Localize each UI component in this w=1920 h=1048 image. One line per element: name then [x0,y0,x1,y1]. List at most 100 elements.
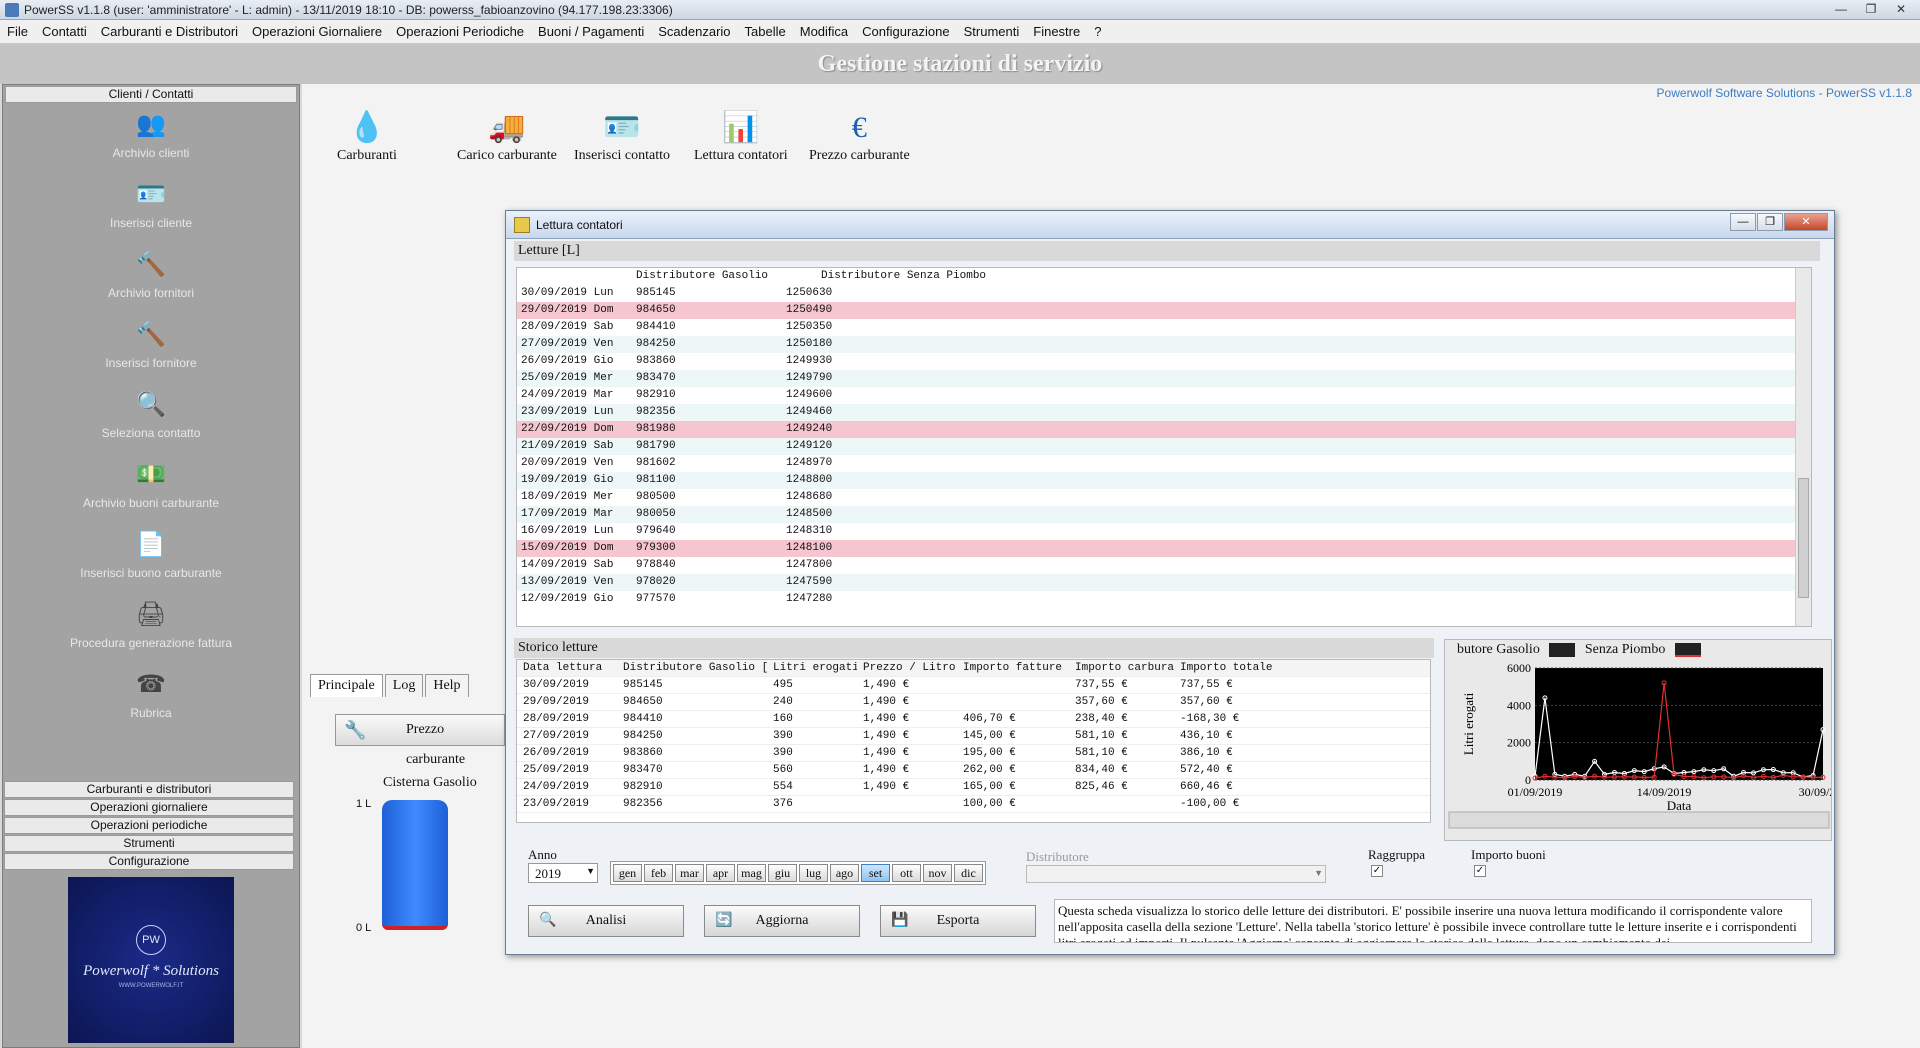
sidebar-item-archivio-fornitori[interactable]: 🔨 Archivio fornitori [3,249,299,313]
letture-row[interactable]: 20/09/2019 Ven 981602 1248970 [517,455,1811,472]
month-button-mag[interactable]: mag [737,864,766,882]
sidebar-item-inserisci-fornitore[interactable]: 🔨 Inserisci fornitore [3,319,299,383]
letture-senza-piombo-cell[interactable]: 1247800 [786,559,832,571]
letture-senza-piombo-cell[interactable]: 1249460 [786,406,832,418]
month-button-nov[interactable]: nov [923,864,952,882]
storico-row[interactable]: 29/09/2019 984650 240 1,490 € 357,60 € 357,60… [517,694,1430,711]
menu-contatti[interactable]: Contatti [35,24,94,39]
letture-gasolio-cell[interactable]: 982910 [636,387,786,404]
toolbar-lettura-contatori[interactable]: 📊 Lettura contatori [694,108,788,164]
dialog-restore-button[interactable]: ❐ [1757,213,1783,231]
letture-senza-piombo-cell[interactable]: 1249930 [786,355,832,367]
letture-gasolio-cell[interactable]: 981100 [636,472,786,489]
month-button-gen[interactable]: gen [613,864,642,882]
letture-senza-piombo-cell[interactable]: 1249600 [786,389,832,401]
letture-senza-piombo-cell[interactable]: 1248800 [786,474,832,486]
esporta-button[interactable]: 💾 Esporta [880,905,1036,937]
letture-row[interactable]: 18/09/2019 Mer 980500 1248680 [517,489,1811,506]
letture-senza-piombo-cell[interactable]: 1248500 [786,508,832,520]
toolbar-carico-carburante[interactable]: 🚚 Carico carburante [457,108,557,164]
letture-gasolio-cell[interactable]: 985145 [636,285,786,302]
letture-senza-piombo-cell[interactable]: 1249790 [786,372,832,384]
letture-row[interactable]: 22/09/2019 Dom 981980 1249240 [517,421,1811,438]
storico-col-header[interactable]: Distributore Gasolio [L] [617,660,767,676]
letture-row[interactable]: 12/09/2019 Gio 977570 1247280 [517,591,1811,608]
tab-principale[interactable]: Principale [310,674,383,697]
sidebar-item-archivio-clienti[interactable]: 👥 Archivio clienti [3,109,299,173]
sidebar-section-operazioni-periodiche[interactable]: Operazioni periodiche [4,817,294,834]
distributore-select[interactable]: ▼ [1026,865,1326,883]
storico-row[interactable]: 25/09/2019 983470 560 1,490 € 262,00 € 834,40… [517,762,1430,779]
letture-senza-piombo-cell[interactable]: 1249120 [786,440,832,452]
anno-select[interactable]: 2019 ▼ [528,863,598,883]
letture-row[interactable]: 23/09/2019 Lun 982356 1249460 [517,404,1811,421]
letture-row[interactable]: 30/09/2019 Lun 985145 1250630 [517,285,1811,302]
sidebar-item-rubrica[interactable]: ☎ Rubrica [3,669,299,733]
letture-row[interactable]: 16/09/2019 Lun 979640 1248310 [517,523,1811,540]
letture-gasolio-cell[interactable]: 981980 [636,421,786,438]
letture-row[interactable]: 25/09/2019 Mer 983470 1249790 [517,370,1811,387]
toolbar-prezzo-carburante[interactable]: € Prezzo carburante [809,108,910,164]
sidebar-section-operazioni-giornaliere[interactable]: Operazioni giornaliere [4,799,294,816]
sidebar-item-inserisci-cliente[interactable]: 🪪 Inserisci cliente [3,179,299,243]
letture-senza-piombo-cell[interactable]: 1248100 [786,542,832,554]
month-button-ott[interactable]: ott [892,864,921,882]
tab-help[interactable]: Help [425,674,469,697]
scrollbar-thumb[interactable] [1798,478,1809,598]
menu-operazioni-periodiche[interactable]: Operazioni Periodiche [389,24,531,39]
month-button-lug[interactable]: lug [799,864,828,882]
storico-row[interactable]: 23/09/2019 982356 376 100,00 € -100,00 € [517,796,1430,813]
sidebar-item-archivio-buoni[interactable]: 💵 Archivio buoni carburante [3,459,299,523]
storico-row[interactable]: 24/09/2019 982910 554 1,490 € 165,00 € 825,46… [517,779,1430,796]
menu-buoni[interactable]: Buoni / Pagamenti [531,24,651,39]
letture-senza-piombo-cell[interactable]: 1250350 [786,321,832,333]
storico-col-header[interactable]: Data lettura [517,660,617,676]
menu-tabelle[interactable]: Tabelle [738,24,793,39]
letture-row[interactable]: 21/09/2019 Sab 981790 1249120 [517,438,1811,455]
letture-row[interactable]: 15/09/2019 Dom 979300 1248100 [517,540,1811,557]
sidebar-section-clienti[interactable]: Clienti / Contatti [5,86,297,103]
storico-col-header[interactable]: Importo totale [1174,660,1274,676]
prezzo-carburante-button[interactable]: 🔧 Prezzo carburante [335,714,505,767]
sidebar-section-configurazione[interactable]: Configurazione [4,853,294,870]
close-button[interactable]: ✕ [1888,1,1914,17]
letture-gasolio-cell[interactable]: 983470 [636,370,786,387]
sidebar-item-generazione-fattura[interactable]: 🖨 Procedura generazione fattura [3,599,299,663]
letture-gasolio-cell[interactable]: 979300 [636,540,786,557]
letture-gasolio-cell[interactable]: 980500 [636,489,786,506]
letture-gasolio-cell[interactable]: 983860 [636,353,786,370]
letture-gasolio-cell[interactable]: 980050 [636,506,786,523]
letture-senza-piombo-cell[interactable]: 1250630 [786,287,832,299]
letture-row[interactable]: 17/09/2019 Mar 980050 1248500 [517,506,1811,523]
letture-row[interactable]: 29/09/2019 Dom 984650 1250490 [517,302,1811,319]
sidebar-section-strumenti[interactable]: Strumenti [4,835,294,852]
letture-gasolio-cell[interactable]: 979640 [636,523,786,540]
letture-senza-piombo-cell[interactable]: 1250180 [786,338,832,350]
month-button-apr[interactable]: apr [706,864,735,882]
storico-row[interactable]: 27/09/2019 984250 390 1,490 € 145,00 € 581,10… [517,728,1430,745]
toolbar-inserisci-contatto[interactable]: 🪪 Inserisci contatto [574,108,670,164]
letture-row[interactable]: 19/09/2019 Gio 981100 1248800 [517,472,1811,489]
menu-file[interactable]: File [0,24,35,39]
sidebar-item-seleziona-contatto[interactable]: 🔍 Seleziona contatto [3,389,299,453]
letture-gasolio-cell[interactable]: 981790 [636,438,786,455]
menu-finestre[interactable]: Finestre [1026,24,1087,39]
analisi-button[interactable]: 🔍 Analisi [528,905,684,937]
menu-operazioni-giornaliere[interactable]: Operazioni Giornaliere [245,24,389,39]
dialog-minimize-button[interactable]: — [1730,213,1756,231]
restore-button[interactable]: ❐ [1858,1,1884,17]
letture-row[interactable]: 26/09/2019 Gio 983860 1249930 [517,353,1811,370]
storico-col-header[interactable]: Prezzo / Litro [857,660,957,676]
month-button-set[interactable]: set [861,864,890,882]
letture-senza-piombo-cell[interactable]: 1248310 [786,525,832,537]
letture-row[interactable]: 24/09/2019 Mar 982910 1249600 [517,387,1811,404]
letture-row[interactable]: 13/09/2019 Ven 978020 1247590 [517,574,1811,591]
month-button-ago[interactable]: ago [830,864,859,882]
tab-log[interactable]: Log [384,674,424,697]
letture-gasolio-cell[interactable]: 978840 [636,557,786,574]
letture-senza-piombo-cell[interactable]: 1248970 [786,457,832,469]
letture-gasolio-cell[interactable]: 984250 [636,336,786,353]
letture-row[interactable]: 14/09/2019 Sab 978840 1247800 [517,557,1811,574]
letture-gasolio-cell[interactable]: 984650 [636,302,786,319]
toolbar-carburanti[interactable]: 💧 Carburanti [337,108,397,164]
